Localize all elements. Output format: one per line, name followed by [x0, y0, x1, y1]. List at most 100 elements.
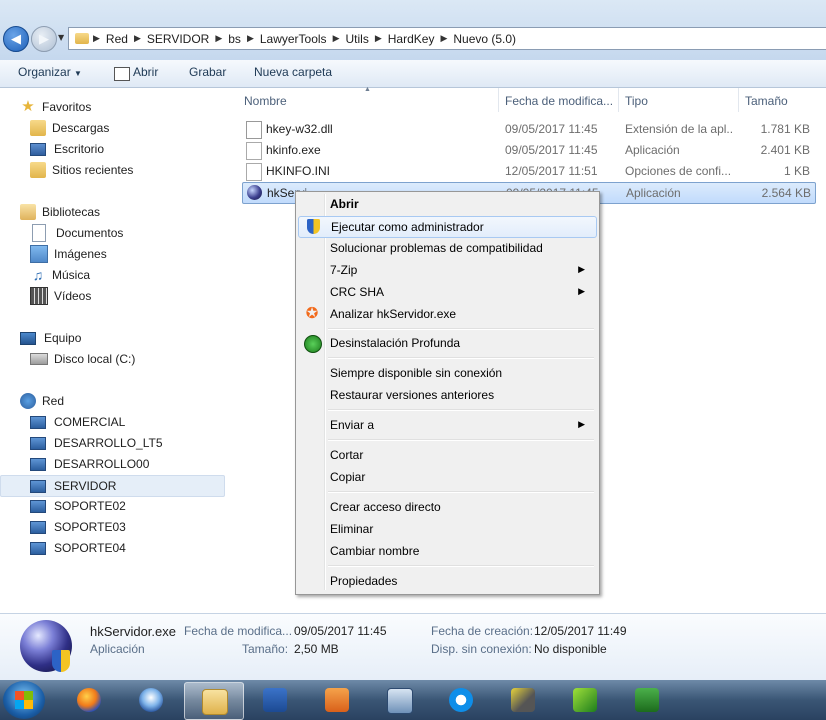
nav-images[interactable]: Imágenes — [0, 244, 256, 264]
menu-item-uninstall[interactable]: Desinstalación Profunda — [298, 333, 595, 353]
uninstaller-icon — [304, 335, 322, 353]
open-button[interactable]: Abrir — [133, 65, 158, 79]
file-date: 09/05/2017 11:45 — [505, 143, 598, 157]
menu-item-open[interactable]: Abrir — [298, 194, 595, 214]
breadcrumb[interactable]: ▶ Red ▶ SERVIDOR ▶ bs ▶ LawyerTools ▶ Ut… — [68, 27, 826, 50]
breadcrumb-item[interactable]: SERVIDOR — [141, 32, 215, 46]
menu-item-delete[interactable]: Eliminar — [298, 519, 595, 539]
breadcrumb-item[interactable]: Utils — [339, 32, 374, 46]
details-created-label: Fecha de creación: — [431, 624, 534, 638]
nav-host[interactable]: DESARROLLO_LT5 — [0, 433, 256, 453]
taskbar-media-player[interactable] — [308, 682, 366, 718]
menu-item-send-to[interactable]: Enviar a ▶ — [298, 415, 595, 435]
recent-pages-dropdown[interactable]: ▼ — [58, 33, 64, 42]
taskbar-explorer[interactable] — [184, 682, 244, 720]
nav-host-selected[interactable]: SERVIDOR — [0, 475, 225, 497]
green-app-icon — [573, 688, 597, 712]
column-name[interactable]: Nombre — [244, 94, 287, 108]
breadcrumb-separator[interactable]: ▶ — [247, 33, 254, 44]
file-row[interactable]: hkey-w32.dll 09/05/2017 11:45 Extensión … — [242, 119, 814, 139]
nav-label: Vídeos — [54, 289, 92, 303]
taskbar-tools[interactable] — [494, 682, 552, 718]
file-row[interactable]: hkinfo.exe 09/05/2017 11:45 Aplicación 2… — [242, 140, 814, 160]
details-filetype: Aplicación — [90, 642, 145, 656]
menu-item-rename[interactable]: Cambiar nombre — [298, 541, 595, 561]
nav-local-disk[interactable]: Disco local (C:) — [0, 349, 256, 369]
nav-label: Imágenes — [54, 247, 107, 261]
column-date[interactable]: Fecha de modifica... — [505, 94, 613, 108]
nav-label: SOPORTE02 — [54, 499, 126, 513]
organize-button[interactable]: Organizar ▼ — [18, 65, 82, 79]
nav-documents[interactable]: Documentos — [0, 223, 258, 243]
taskbar-excel[interactable] — [618, 682, 676, 718]
details-offline-value: No disponible — [534, 642, 607, 656]
back-button[interactable]: ◀ — [3, 26, 29, 52]
nav-favorites[interactable]: ★ Favoritos — [0, 97, 246, 117]
burn-button[interactable]: Grabar — [189, 65, 226, 79]
nav-host[interactable]: COMERCIAL — [0, 412, 256, 432]
taskbar-word[interactable] — [246, 682, 304, 718]
column-divider[interactable] — [498, 88, 499, 112]
menu-label: CRC SHA — [330, 285, 385, 299]
breadcrumb-separator[interactable]: ▶ — [215, 33, 222, 44]
nav-desktop[interactable]: Escritorio — [0, 139, 256, 159]
taskbar-thunderbird[interactable] — [122, 682, 180, 718]
file-name: HKINFO.INI — [266, 164, 331, 178]
forward-button[interactable]: ▶ — [31, 26, 57, 52]
nav-host[interactable]: DESARROLLO00 — [0, 454, 256, 474]
menu-label: Eliminar — [330, 522, 374, 536]
menu-item-copy[interactable]: Copiar — [298, 467, 595, 487]
breadcrumb-separator[interactable]: ▶ — [333, 33, 340, 44]
nav-network[interactable]: Red — [0, 391, 246, 411]
details-size-value: 2,50 MB — [294, 642, 339, 656]
breadcrumb-item[interactable]: HardKey — [382, 32, 441, 46]
taskbar-remote-desktop[interactable] — [370, 682, 428, 718]
menu-item-create-shortcut[interactable]: Crear acceso directo — [298, 497, 595, 517]
menu-label: Cambiar nombre — [330, 544, 420, 558]
taskbar-firefox[interactable] — [60, 682, 118, 718]
nav-downloads[interactable]: Descargas — [0, 118, 256, 138]
nav-label: Documentos — [56, 226, 124, 240]
breadcrumb-separator[interactable]: ▶ — [93, 33, 100, 44]
menu-item-offline[interactable]: Siempre disponible sin conexión — [298, 363, 595, 383]
breadcrumb-separator[interactable]: ▶ — [375, 33, 382, 44]
menu-item-crc-sha[interactable]: CRC SHA ▶ — [298, 282, 595, 302]
menu-label: Cortar — [330, 448, 364, 462]
breadcrumb-item[interactable]: LawyerTools — [254, 32, 333, 46]
column-type[interactable]: Tipo — [625, 94, 648, 108]
menu-item-7zip[interactable]: 7-Zip ▶ — [298, 260, 595, 280]
breadcrumb-item[interactable]: Nuevo (5.0) — [447, 32, 522, 46]
column-divider[interactable] — [618, 88, 619, 112]
nav-host[interactable]: SOPORTE02 — [0, 496, 256, 516]
breadcrumb-separator[interactable]: ▶ — [440, 33, 447, 44]
windows-logo-icon — [15, 700, 33, 709]
taskbar-teamviewer[interactable] — [432, 682, 490, 718]
nav-computer[interactable]: Equipo — [0, 328, 246, 348]
nav-host[interactable]: SOPORTE04 — [0, 538, 256, 558]
uac-shield-icon — [52, 650, 70, 672]
nav-libraries[interactable]: Bibliotecas — [0, 202, 246, 222]
start-button[interactable] — [3, 681, 45, 719]
breadcrumb-separator[interactable]: ▶ — [134, 33, 141, 44]
nav-videos[interactable]: Vídeos — [0, 286, 256, 306]
new-folder-button[interactable]: Nueva carpeta — [254, 65, 332, 79]
details-size-label: Tamaño: — [242, 642, 289, 656]
menu-separator — [328, 357, 594, 359]
nav-host[interactable]: SOPORTE03 — [0, 517, 256, 537]
menu-item-properties[interactable]: Propiedades — [298, 571, 595, 591]
breadcrumb-item[interactable]: Red — [100, 32, 134, 46]
taskbar-app[interactable] — [556, 682, 614, 718]
column-divider[interactable] — [738, 88, 739, 112]
menu-item-troubleshoot[interactable]: Solucionar problemas de compatibilidad — [298, 238, 595, 258]
column-size[interactable]: Tamaño — [745, 94, 788, 108]
nav-recent[interactable]: Sitios recientes — [0, 160, 256, 180]
breadcrumb-item[interactable]: bs — [222, 32, 247, 46]
menu-item-restore[interactable]: Restaurar versiones anteriores — [298, 385, 595, 405]
nav-music[interactable]: ♫ Música — [0, 265, 256, 285]
media-player-icon — [325, 688, 349, 712]
menu-item-cut[interactable]: Cortar — [298, 445, 595, 465]
file-row[interactable]: HKINFO.INI 12/05/2017 11:51 Opciones de … — [242, 161, 814, 181]
menu-item-run-as-admin[interactable]: Ejecutar como administrador — [298, 216, 597, 238]
menu-separator — [328, 439, 594, 441]
menu-item-scan[interactable]: ✪ Analizar hkServidor.exe — [298, 304, 595, 324]
